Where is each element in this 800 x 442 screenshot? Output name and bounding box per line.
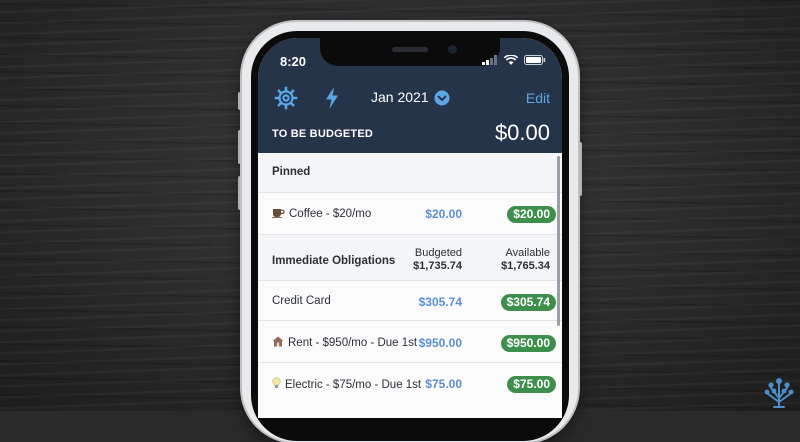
available-column-header: Available $1,765.34 bbox=[501, 247, 550, 273]
category-name: Credit Card bbox=[272, 295, 331, 307]
camera bbox=[448, 45, 457, 54]
category-name: Rent - $950/mo - Due 1st bbox=[288, 337, 418, 349]
lightbulb-icon bbox=[272, 377, 281, 388]
category-name: Electric - $75/mo - Due 1st bbox=[285, 379, 422, 391]
tree-logo-icon bbox=[764, 378, 794, 408]
scrollbar[interactable] bbox=[557, 156, 560, 326]
group-header-immediate-obligations[interactable]: Immediate Obligations Budgeted $1,735.74… bbox=[258, 235, 562, 281]
category-name: Coffee - $20/mo bbox=[289, 208, 372, 220]
header-bar: 8:20 Jan 2021 Edit TO BE BUDGETED $0.00 bbox=[258, 38, 562, 153]
available-badge[interactable]: $950.00 bbox=[500, 335, 556, 352]
category-label: Electric - $75/mo - Due 1st bbox=[272, 377, 421, 391]
available-badge[interactable]: $305.74 bbox=[500, 294, 556, 311]
list-item[interactable]: Electric - $75/mo - Due 1st $75.00 $75.0… bbox=[258, 363, 562, 418]
available-total: $1,765.34 bbox=[501, 260, 550, 272]
list-item[interactable]: Rent - $950/mo - Due 1st $950.00 $950.00 bbox=[258, 321, 562, 363]
available-badge[interactable]: $20.00 bbox=[507, 206, 556, 223]
lightning-icon[interactable] bbox=[324, 86, 340, 110]
group-title: Immediate Obligations bbox=[272, 255, 396, 267]
budgeted-total: $1,735.74 bbox=[413, 260, 462, 272]
budgeted-column-header: Budgeted $1,735.74 bbox=[413, 247, 462, 273]
house-icon bbox=[272, 336, 284, 347]
month-selector[interactable]: Jan 2021 bbox=[371, 89, 429, 105]
budgeted-label: Budgeted bbox=[414, 247, 462, 259]
nav-row: Jan 2021 Edit bbox=[258, 86, 562, 112]
to-be-budgeted-label: TO BE BUDGETED bbox=[272, 128, 373, 140]
list-item[interactable]: Coffee - $20/mo $20.00 $20.00 bbox=[258, 193, 562, 235]
coffee-icon bbox=[272, 209, 285, 218]
battery-icon bbox=[524, 55, 546, 65]
category-label: Coffee - $20/mo bbox=[272, 207, 371, 220]
budgeted-amount[interactable]: $305.74 bbox=[419, 295, 462, 309]
status-time: 8:20 bbox=[280, 54, 307, 69]
category-label: Rent - $950/mo - Due 1st bbox=[272, 336, 417, 349]
budgeted-amount[interactable]: $950.00 bbox=[419, 336, 462, 350]
budgeted-amount[interactable]: $75.00 bbox=[425, 377, 462, 391]
chevron-down-icon[interactable] bbox=[434, 90, 450, 106]
gear-icon[interactable] bbox=[274, 86, 298, 110]
speaker bbox=[392, 47, 428, 52]
group-header-pinned[interactable]: Pinned bbox=[258, 153, 562, 193]
edit-button[interactable]: Edit bbox=[526, 90, 550, 106]
available-badge[interactable]: $75.00 bbox=[507, 376, 556, 393]
to-be-budgeted-value[interactable]: $0.00 bbox=[495, 120, 550, 146]
budgeted-amount[interactable]: $20.00 bbox=[425, 207, 462, 221]
group-title: Pinned bbox=[272, 166, 311, 178]
wifi-icon bbox=[504, 55, 518, 65]
available-label: Available bbox=[505, 247, 550, 259]
signal-icon bbox=[482, 55, 497, 65]
budget-list: Pinned Coffee - $20/mo $20.00 $20.00 Imm… bbox=[258, 153, 562, 418]
status-icons bbox=[482, 55, 546, 65]
app-screen: 8:20 Jan 2021 Edit TO BE BUDGETED $0.00 … bbox=[258, 38, 562, 418]
notch bbox=[320, 38, 500, 66]
list-item[interactable]: Credit Card $305.74 $305.74 bbox=[258, 281, 562, 321]
